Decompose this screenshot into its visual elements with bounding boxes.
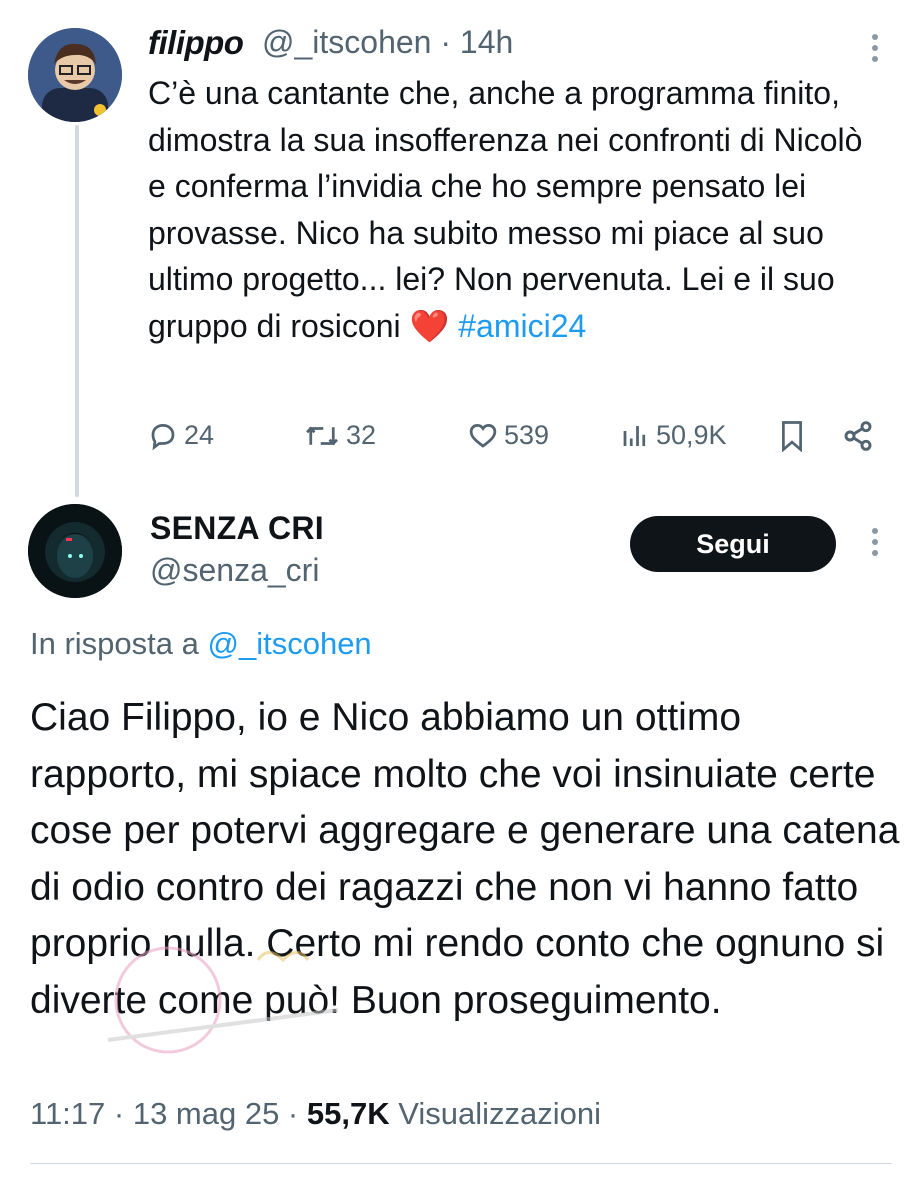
tweet2-display-name[interactable]: SENZA CRI — [150, 510, 324, 547]
views-button[interactable]: 50,9K — [620, 420, 727, 451]
hashtag-link[interactable]: #amici24 — [458, 308, 586, 344]
tweet2-meta: 11:17 · 13 mag 25 · 55,7K Visualizzazion… — [30, 1096, 601, 1132]
follow-button[interactable]: Segui — [630, 516, 836, 572]
views-total: 55,7K — [306, 1096, 390, 1131]
tweet2-handle[interactable]: @senza_cri — [150, 552, 319, 589]
tweet1-handle-time[interactable]: @_itscohen · 14h — [262, 24, 513, 61]
tweet2-body: Ciao Filippo, io e Nico abbiamo un ottim… — [30, 696, 900, 1022]
bookmark-icon — [782, 421, 802, 452]
reply-context: In risposta a @_itscohen — [30, 626, 372, 662]
like-button[interactable]: 539 — [468, 420, 549, 451]
like-count: 539 — [504, 420, 550, 450]
divider — [30, 1163, 892, 1164]
views-label: Visualizzazioni — [398, 1096, 602, 1131]
timestamp[interactable]: 11:17 · 13 mag 25 · — [30, 1096, 298, 1131]
more-icon[interactable] — [870, 34, 880, 67]
tweet1-display-name[interactable]: filippo — [148, 24, 244, 62]
more-icon[interactable] — [870, 528, 880, 561]
avatar-senza-cri[interactable] — [28, 504, 122, 598]
share-button[interactable] — [842, 420, 874, 452]
reply-count: 24 — [184, 420, 215, 450]
heart-emoji: ❤️ — [409, 307, 450, 344]
avatar-photo-icon — [28, 504, 122, 598]
like-icon — [469, 423, 497, 448]
avatar-filippo[interactable] — [28, 28, 122, 122]
views-icon — [623, 425, 646, 446]
bookmark-button[interactable] — [778, 420, 806, 452]
repost-icon — [306, 426, 338, 445]
reply-icon — [151, 423, 175, 450]
tweet1-body: C’è una cantante che, anche a programma … — [148, 70, 868, 349]
avatar-illustration-icon — [28, 28, 122, 122]
reply-prefix: In risposta a — [30, 626, 199, 661]
views-count: 50,9K — [656, 420, 727, 450]
share-icon — [844, 421, 872, 451]
reply-button[interactable]: 24 — [148, 420, 214, 451]
thread-line — [75, 125, 79, 497]
repost-button[interactable]: 32 — [304, 420, 376, 451]
tweet1-text: C’è una cantante che, anche a programma … — [148, 75, 863, 344]
reply-mention-link[interactable]: @_itscohen — [208, 626, 372, 661]
repost-count: 32 — [346, 420, 377, 450]
